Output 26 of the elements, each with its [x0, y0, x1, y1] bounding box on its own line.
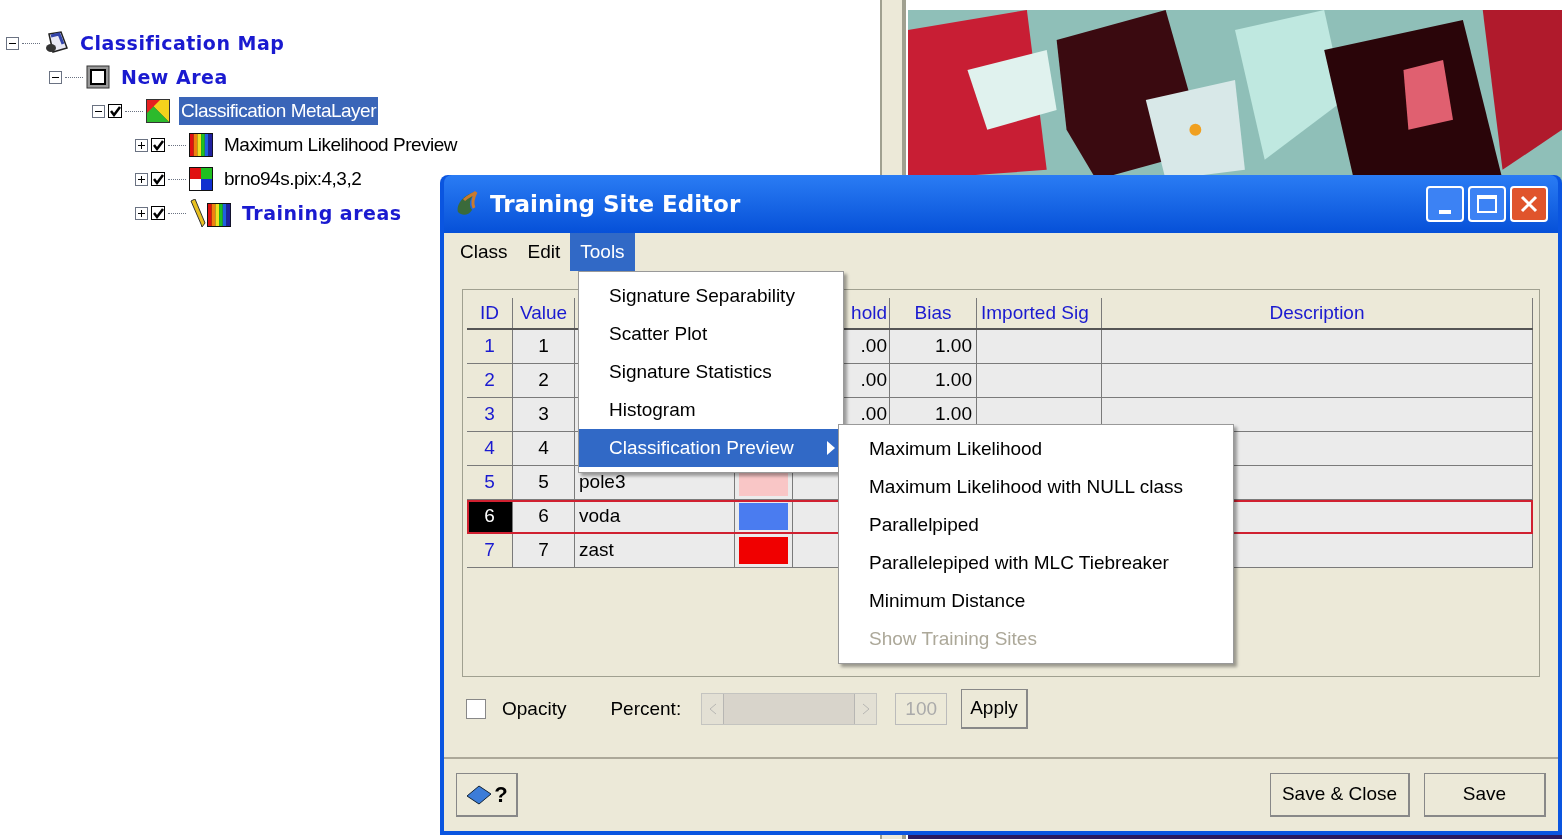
table-cell: 3	[513, 398, 575, 431]
table-cell: 4	[513, 432, 575, 465]
column-header: Description	[1102, 298, 1533, 328]
column-header: Bias	[890, 298, 977, 328]
window-title: Training Site Editor	[490, 189, 741, 219]
row-id-cell: 6	[467, 500, 513, 533]
table-cell: 7	[513, 534, 575, 567]
table-cell: 1	[513, 330, 575, 363]
table-cell: 1.00	[890, 364, 977, 397]
table-cell: 1.00	[890, 330, 977, 363]
table-cell: zast	[575, 534, 735, 567]
column-header: Value	[513, 298, 575, 328]
row-id-cell: 1	[467, 330, 513, 363]
table-cell: voda	[575, 500, 735, 533]
percent-label: Percent:	[610, 696, 682, 721]
row-id-cell: 3	[467, 398, 513, 431]
table-cell: 2	[513, 364, 575, 397]
column-header: ID	[467, 298, 513, 328]
table-cell: 5	[513, 466, 575, 499]
row-id-cell: 2	[467, 364, 513, 397]
row-id-cell: 5	[467, 466, 513, 499]
opacity-label: Opacity	[502, 696, 567, 721]
column-header: Imported Sig	[977, 298, 1102, 328]
row-id-cell: 7	[467, 534, 513, 567]
table-cell: 6	[513, 500, 575, 533]
row-id-cell: 4	[467, 432, 513, 465]
